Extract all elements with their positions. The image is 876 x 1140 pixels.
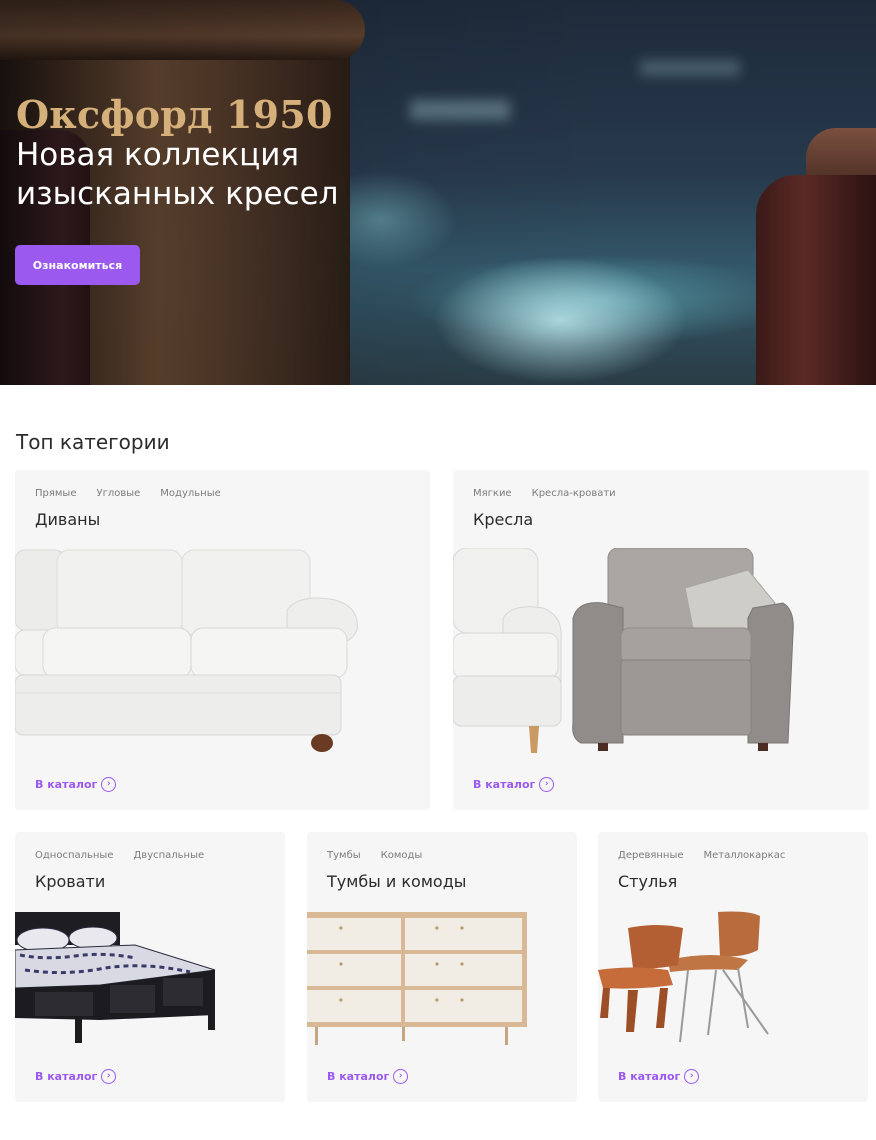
chairs-image — [598, 911, 769, 1043]
catalog-link-label: В каталог — [35, 778, 98, 791]
section-title: Топ категории — [16, 430, 170, 454]
category-tag[interactable]: Прямые — [35, 488, 76, 499]
category-tag[interactable]: Кресла-кровати — [532, 488, 616, 499]
catalog-link[interactable]: В каталог › — [618, 1069, 700, 1084]
category-tags: Деревянные Металлокаркас — [618, 850, 785, 861]
catalog-link[interactable]: В каталог › — [473, 777, 555, 792]
category-name: Кресла — [473, 510, 534, 529]
category-tag[interactable]: Тумбы — [327, 850, 361, 861]
category-tag[interactable]: Мягкие — [473, 488, 512, 499]
category-card-divany[interactable]: Прямые Угловые Модульные Диваны В катало… — [15, 470, 430, 810]
catalog-link-label: В каталог — [327, 1070, 390, 1083]
category-tag[interactable]: Металлокаркас — [704, 850, 786, 861]
category-tag[interactable]: Модульные — [160, 488, 220, 499]
chevron-right-circle-icon: › — [101, 1069, 117, 1084]
category-name: Стулья — [618, 872, 678, 891]
category-tags: Мягкие Кресла-кровати — [473, 488, 616, 499]
category-tag[interactable]: Комоды — [381, 850, 423, 861]
category-tag[interactable]: Односпальные — [35, 850, 113, 861]
category-tag[interactable]: Двуспальные — [133, 850, 204, 861]
category-card-krovati[interactable]: Односпальные Двуспальные Кровати В катал… — [15, 832, 285, 1102]
category-name: Кровати — [35, 872, 106, 891]
chevron-right-circle-icon: › — [539, 777, 555, 792]
category-card-kresla[interactable]: Мягкие Кресла-кровати Кресла В каталог › — [453, 470, 869, 810]
catalog-link[interactable]: В каталог › — [327, 1069, 409, 1084]
catalog-link-label: В каталог — [473, 778, 536, 791]
category-card-stulya[interactable]: Деревянные Металлокаркас Стулья В катало… — [598, 832, 868, 1102]
category-tag[interactable]: Деревянные — [618, 850, 684, 861]
explore-button[interactable]: Ознакомиться — [15, 245, 140, 285]
category-name: Диваны — [35, 510, 101, 529]
chevron-right-circle-icon: › — [684, 1069, 700, 1084]
category-tags: Односпальные Двуспальные — [35, 850, 204, 861]
category-name: Тумбы и комоды — [327, 872, 467, 891]
catalog-link[interactable]: В каталог › — [35, 1069, 117, 1084]
sofa-image — [15, 549, 358, 752]
category-tags: Прямые Угловые Модульные — [35, 488, 221, 499]
catalog-link[interactable]: В каталог › — [35, 777, 117, 792]
category-card-tumby[interactable]: Тумбы Комоды Тумбы и комоды В каталог › — [307, 832, 577, 1102]
category-tag[interactable]: Угловые — [96, 488, 140, 499]
armchair-image — [453, 548, 794, 753]
hero-subtitle: Новая коллекция изысканных кресел — [16, 137, 339, 212]
chevron-right-circle-icon: › — [101, 777, 117, 792]
category-tags: Тумбы Комоды — [327, 850, 422, 861]
dresser-image — [307, 912, 527, 1045]
hero-title: Оксфорд 1950 — [16, 92, 333, 137]
hero-banner: Оксфорд 1950 Новая коллекция изысканных … — [0, 0, 876, 385]
chevron-right-circle-icon: › — [393, 1069, 409, 1084]
bed-image — [15, 912, 216, 1043]
catalog-link-label: В каталог — [618, 1070, 681, 1083]
catalog-link-label: В каталог — [35, 1070, 98, 1083]
